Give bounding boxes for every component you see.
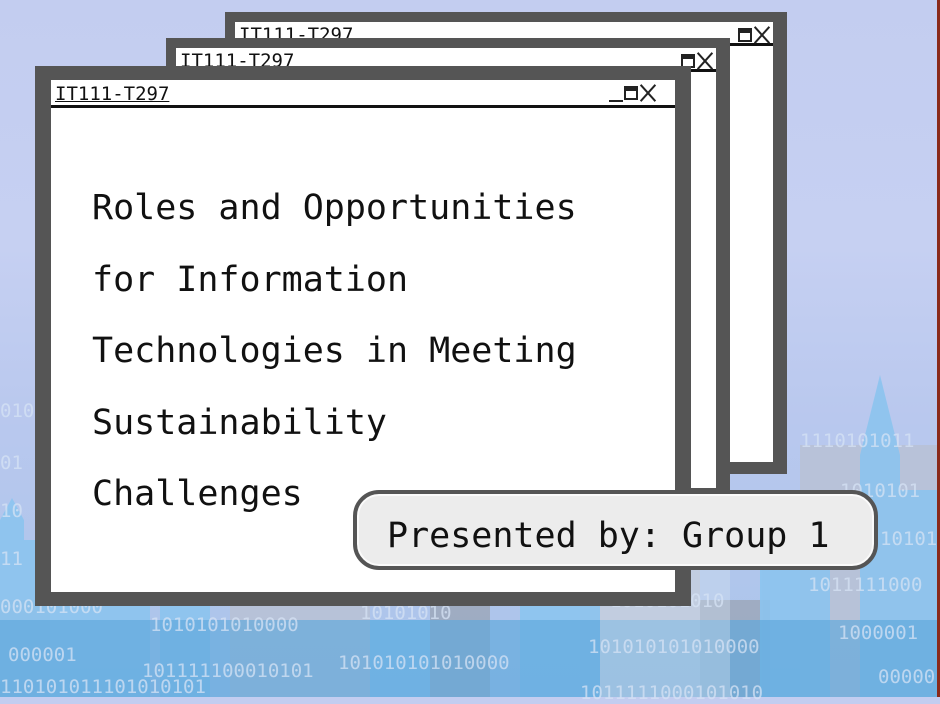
binary-text: 00000 bbox=[878, 666, 936, 688]
slide-title-line: Sustainability bbox=[92, 402, 388, 443]
slide-title-line: Technologies in Meeting bbox=[92, 331, 577, 371]
binary-text: 11 bbox=[0, 548, 23, 570]
window-controls bbox=[609, 80, 657, 102]
maximize-icon[interactable] bbox=[738, 28, 752, 42]
binary-text: 101011 bbox=[880, 528, 940, 550]
close-icon[interactable] bbox=[639, 82, 657, 102]
binary-text: 1110101011 bbox=[800, 430, 915, 452]
presenter-badge: Presented by: Group 1 bbox=[353, 490, 878, 570]
slide-title-line: Roles and Opportunities bbox=[92, 188, 577, 228]
binary-text: 1010101010000 bbox=[150, 614, 299, 636]
binary-text: 101010101010000 bbox=[588, 636, 760, 658]
maximize-icon[interactable] bbox=[624, 86, 638, 100]
window-front-titlebar[interactable]: IT111-T297 bbox=[51, 80, 675, 108]
binary-text: 1000001 bbox=[838, 622, 919, 644]
binary-text: 010 bbox=[0, 400, 35, 422]
slide-title-line: for Information bbox=[92, 259, 409, 300]
binary-text: 101111100010101 bbox=[142, 660, 314, 682]
binary-text: 1011111000101010 bbox=[580, 682, 764, 704]
binary-text: 101010101010000 bbox=[338, 652, 510, 674]
window-controls bbox=[738, 22, 771, 44]
minimize-icon[interactable] bbox=[609, 84, 623, 102]
binary-text: 000001 bbox=[8, 644, 77, 666]
binary-text: 1011111000 bbox=[808, 574, 923, 596]
presenter-label: Presented by: Group 1 bbox=[387, 516, 830, 556]
binary-text: 10 bbox=[0, 500, 23, 522]
binary-text: 01 bbox=[0, 452, 23, 474]
window-title: IT111-T297 bbox=[55, 83, 170, 105]
close-icon[interactable] bbox=[753, 24, 771, 44]
close-icon[interactable] bbox=[696, 50, 714, 70]
